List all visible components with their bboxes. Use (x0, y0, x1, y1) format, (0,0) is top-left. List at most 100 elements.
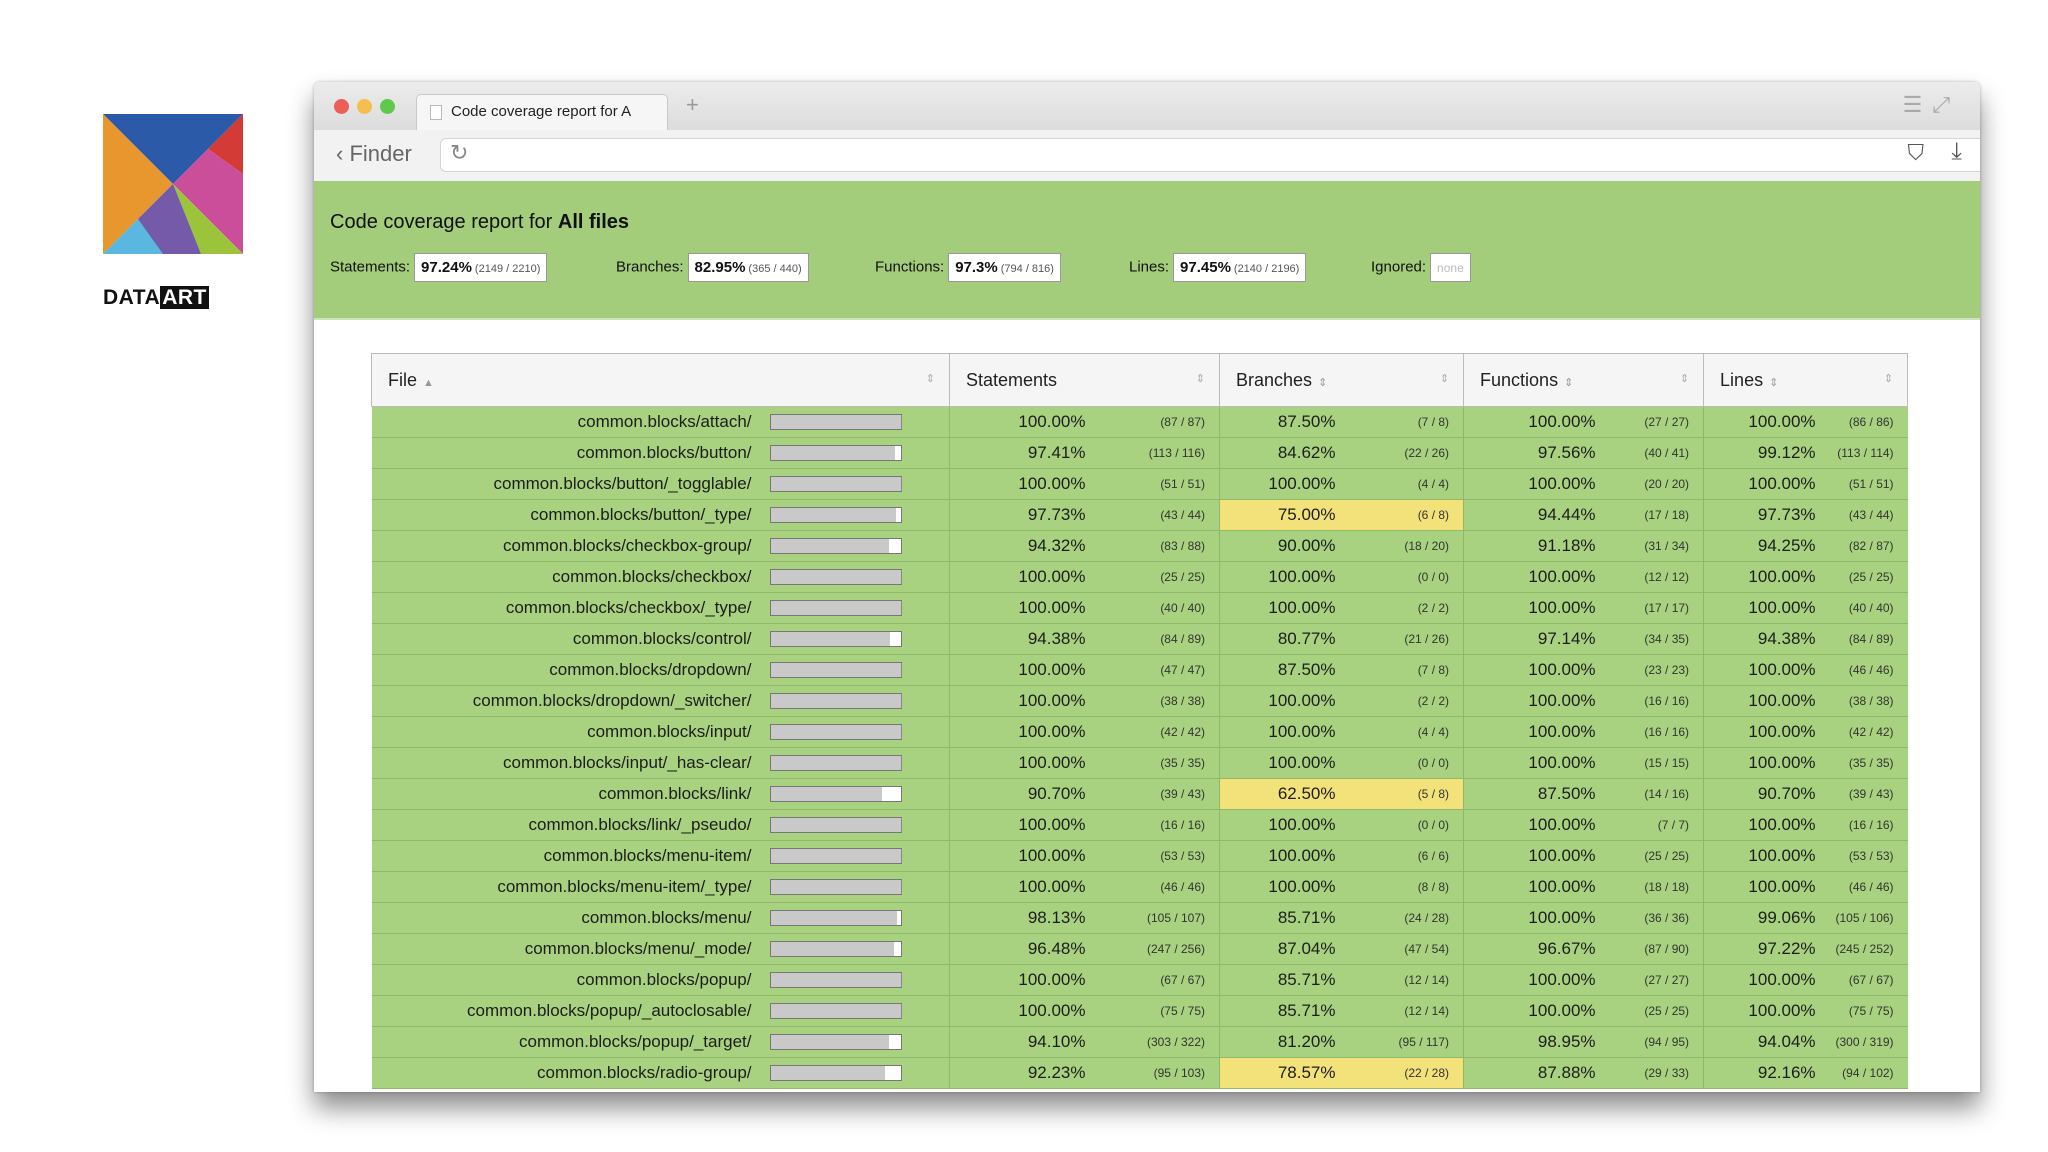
dataart-logo (103, 114, 243, 254)
functions-fraction: (40 / 41) (1603, 437, 1705, 469)
lines-fraction: (25 / 25) (1823, 561, 1908, 593)
functions-pct: 98.95% (1463, 1026, 1604, 1058)
address-bar[interactable] (440, 138, 1980, 172)
sort-icon: ⇕ (1439, 373, 1450, 385)
coverage-bar (763, 406, 950, 438)
lines-fraction: (38 / 38) (1823, 685, 1908, 717)
summary-statements: Statements: 97.24% (2149 / 2210) (330, 253, 548, 282)
statements-pct: 100.00% (949, 592, 1094, 624)
functions-fraction: (14 / 16) (1603, 778, 1705, 810)
table-row: common.blocks/link/90.70% (39 / 43) 62.50%… (371, 778, 1908, 810)
file-link[interactable]: common.blocks/popup/ (577, 970, 752, 989)
column-header-statements[interactable]: Statements ⇕ (948, 353, 1221, 407)
coverage-bar (763, 561, 950, 593)
functions-pct: 87.50% (1463, 778, 1604, 810)
statements-pct: 100.00% (949, 561, 1094, 593)
file-link[interactable]: common.blocks/radio-group/ (537, 1063, 751, 1082)
file-link[interactable]: common.blocks/button/ (577, 443, 752, 462)
functions-fraction: (34 / 35) (1603, 623, 1705, 655)
functions-fraction: (23 / 23) (1603, 654, 1705, 686)
statements-fraction: (113 / 116) (1093, 437, 1221, 469)
statements-pct: 100.00% (949, 468, 1094, 500)
lines-pct: 100.00% (1703, 716, 1824, 748)
lines-pct: 99.12% (1703, 437, 1824, 469)
column-header-functions[interactable]: Functions ⇕ ⇕ (1463, 353, 1705, 407)
functions-fraction: (87 / 90) (1603, 933, 1705, 965)
coverage-bar (763, 871, 950, 903)
file-link[interactable]: common.blocks/control/ (573, 629, 752, 648)
pocket-icon[interactable]: ⛉ (1907, 140, 1924, 166)
file-link[interactable]: common.blocks/menu/_mode/ (525, 939, 752, 958)
branches-pct: 100.00% (1219, 840, 1344, 872)
file-link[interactable]: common.blocks/popup/_autoclosable/ (467, 1001, 751, 1020)
lines-fraction: (35 / 35) (1823, 747, 1908, 779)
file-link[interactable]: common.blocks/input/ (587, 722, 751, 741)
file-link[interactable]: common.blocks/dropdown/ (549, 660, 751, 679)
statements-pct: 100.00% (949, 840, 1094, 872)
statements-pct: 94.38% (949, 623, 1094, 655)
branches-fraction: (95 / 117) (1343, 1026, 1465, 1058)
file-link[interactable]: common.blocks/attach/ (578, 412, 752, 431)
functions-fraction: (36 / 36) (1603, 902, 1705, 934)
branches-fraction: (0 / 0) (1343, 747, 1465, 779)
back-button[interactable]: ‹ Finder (336, 141, 412, 167)
close-window-button[interactable] (334, 99, 349, 114)
file-link[interactable]: common.blocks/menu-item/ (544, 846, 752, 865)
branches-pct: 100.00% (1219, 809, 1344, 841)
column-header-lines[interactable]: Lines ⇕ ⇕ (1703, 353, 1909, 407)
coverage-bar (763, 809, 950, 841)
report-title: Code coverage report for All files (330, 211, 630, 233)
table-row: common.blocks/button/97.41% (113 / 116) 84… (371, 437, 1908, 469)
statements-fraction: (95 / 103) (1093, 1057, 1221, 1089)
lines-pct: 97.73% (1703, 499, 1824, 531)
minimize-window-button[interactable] (357, 99, 372, 114)
lines-pct: 100.00% (1703, 840, 1824, 872)
reload-icon[interactable]: ↻ (450, 140, 468, 166)
file-link[interactable]: common.blocks/input/_has-clear/ (503, 753, 752, 772)
file-link[interactable]: common.blocks/button/_togglable/ (494, 474, 752, 493)
statements-pct: 100.00% (949, 716, 1094, 748)
browser-window: Code coverage report for A + ☰⤢ ‹ Finder… (314, 82, 1980, 1092)
column-header-branches[interactable]: Branches ⇕ ⇕ (1219, 353, 1465, 407)
statements-fraction: (35 / 35) (1093, 747, 1221, 779)
file-link[interactable]: common.blocks/checkbox-group/ (503, 536, 752, 555)
lines-pct: 100.00% (1703, 406, 1824, 438)
lines-fraction: (75 / 75) (1823, 995, 1908, 1027)
logo-wordmark: DATAART (103, 286, 209, 309)
branches-pct: 81.20% (1219, 1026, 1344, 1058)
coverage-bar (763, 902, 950, 934)
table-row: common.blocks/menu-item/_type/100.00% (46… (371, 871, 1908, 903)
file-link[interactable]: common.blocks/menu-item/_type/ (497, 877, 751, 896)
file-link[interactable]: common.blocks/checkbox/_type/ (506, 598, 752, 617)
file-link[interactable]: common.blocks/link/ (598, 784, 751, 803)
fullscreen-icon[interactable]: ⤢ (1932, 92, 1960, 117)
coverage-table-container: File ▲ ⇕ Statements ⇕ Branches ⇕ ⇕ Functions ⇕… (371, 353, 1909, 1089)
lines-pct: 100.00% (1703, 809, 1824, 841)
statements-pct: 97.41% (949, 437, 1094, 469)
lines-fraction: (46 / 46) (1823, 654, 1908, 686)
lines-pct: 94.38% (1703, 623, 1824, 655)
functions-pct: 96.67% (1463, 933, 1604, 965)
browser-tab[interactable]: Code coverage report for A (416, 94, 668, 130)
table-row: common.blocks/button/_type/97.73% (43 / 4… (371, 499, 1908, 531)
coverage-bar (763, 964, 950, 996)
summary-ignored: Ignored: none (1371, 253, 1471, 282)
functions-fraction: (16 / 16) (1603, 716, 1705, 748)
maximize-window-button[interactable] (380, 99, 395, 114)
file-link[interactable]: common.blocks/checkbox/ (552, 567, 751, 586)
file-link[interactable]: common.blocks/button/_type/ (530, 505, 751, 524)
file-link[interactable]: common.blocks/popup/_target/ (519, 1032, 751, 1051)
file-link[interactable]: common.blocks/menu/ (581, 908, 751, 927)
new-tab-icon[interactable]: + (686, 92, 699, 118)
column-header-file[interactable]: File ▲ ⇕ (371, 353, 950, 407)
title-bar: Code coverage report for A + ☰⤢ (314, 82, 1980, 130)
table-row: common.blocks/radio-group/92.23% (95 / 10… (371, 1057, 1908, 1089)
lines-pct: 100.00% (1703, 685, 1824, 717)
file-link[interactable]: common.blocks/dropdown/_switcher/ (473, 691, 752, 710)
functions-pct: 100.00% (1463, 809, 1604, 841)
sort-icon: ⇕ (1883, 373, 1894, 385)
file-link[interactable]: common.blocks/link/_pseudo/ (528, 815, 751, 834)
menu-icon[interactable]: ☰ (1903, 92, 1933, 117)
statements-pct: 100.00% (949, 871, 1094, 903)
download-icon[interactable]: ⤓ (1951, 138, 1962, 166)
